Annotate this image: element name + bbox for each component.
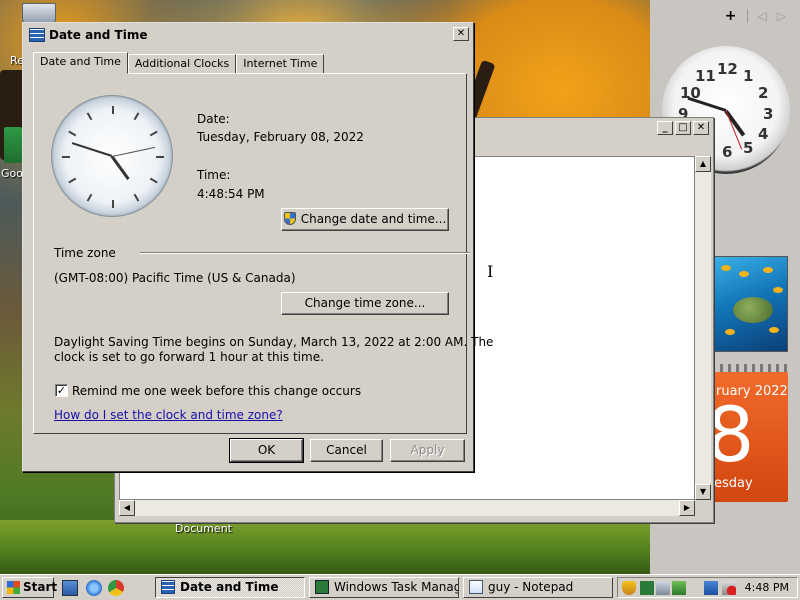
sidebar-controls: + ◁ ▷ bbox=[725, 8, 786, 24]
time-label: Time: bbox=[197, 168, 231, 182]
volume-muted-icon[interactable] bbox=[722, 581, 736, 595]
dialog-close-button[interactable]: ✕ bbox=[453, 27, 469, 41]
task-manager-tray-icon[interactable] bbox=[640, 581, 654, 595]
desktop-shortcut-icon[interactable] bbox=[4, 127, 22, 163]
date-label: Date: bbox=[197, 112, 230, 126]
internet-explorer-icon[interactable] bbox=[86, 580, 102, 596]
clock-gadget-number: 5 bbox=[743, 139, 754, 157]
tab-date-and-time[interactable]: Date and Time bbox=[33, 52, 128, 74]
task-label: Date and Time bbox=[180, 580, 279, 594]
time-value: 4:48:54 PM bbox=[197, 187, 265, 201]
apply-button[interactable]: Apply bbox=[390, 439, 465, 462]
date-value: Tuesday, February 08, 2022 bbox=[197, 130, 364, 144]
clock-gadget-minute-hand bbox=[687, 96, 727, 112]
clock-gadget-number: 2 bbox=[758, 84, 769, 102]
task-date-and-time[interactable]: Date and Time bbox=[155, 577, 305, 598]
dst-info-line-2: clock is set to go forward 1 hour at thi… bbox=[54, 350, 324, 364]
next-gadget-button[interactable]: ▷ bbox=[777, 9, 786, 23]
windows-logo-icon bbox=[7, 581, 20, 594]
prev-gadget-button[interactable]: ◁ bbox=[758, 9, 767, 23]
scroll-up-button[interactable]: ▲ bbox=[695, 156, 711, 172]
tab-internet-time[interactable]: Internet Time bbox=[236, 54, 325, 74]
calendar-gadget[interactable]: ruary 2022 8 esday bbox=[712, 364, 788, 504]
change-date-time-label: Change date and time... bbox=[300, 212, 447, 226]
timezone-value: (GMT-08:00) Pacific Time (US & Canada) bbox=[54, 271, 296, 285]
calendar-clock-icon bbox=[161, 580, 175, 594]
maximize-button[interactable]: □ bbox=[675, 121, 691, 135]
action-center-icon[interactable] bbox=[656, 581, 670, 595]
system-tray: 4:48 PM bbox=[617, 577, 798, 598]
task-notepad[interactable]: guy - Notepad bbox=[463, 577, 613, 598]
calendar-clock-icon bbox=[29, 28, 45, 42]
change-time-zone-button[interactable]: Change time zone... bbox=[281, 292, 449, 315]
change-date-time-button[interactable]: Change date and time... bbox=[281, 208, 449, 231]
add-gadget-button[interactable]: + bbox=[725, 8, 737, 24]
date-and-time-dialog[interactable]: Date and Time ✕ Date and Time Additional… bbox=[22, 22, 493, 472]
dst-info-line-1: Daylight Saving Time begins on Sunday, M… bbox=[54, 335, 494, 349]
slideshow-gadget[interactable] bbox=[712, 256, 788, 352]
security-shield-icon[interactable] bbox=[622, 581, 636, 595]
scroll-down-button[interactable]: ▼ bbox=[695, 484, 711, 500]
timezone-divider bbox=[140, 252, 470, 254]
remind-checkbox-label[interactable]: Remind me one week before this change oc… bbox=[72, 384, 361, 398]
task-manager-icon bbox=[315, 580, 329, 594]
clock-minute-hand bbox=[71, 142, 113, 157]
task-label: Windows Task Manager bbox=[334, 580, 458, 594]
uac-shield-icon bbox=[283, 212, 296, 225]
clock-gadget-number: 12 bbox=[717, 60, 738, 78]
dialog-title: Date and Time bbox=[49, 28, 148, 42]
scroll-right-button[interactable]: ▶ bbox=[679, 500, 695, 516]
desktop-icon-label-document[interactable]: Document bbox=[175, 522, 232, 535]
vertical-scrollbar[interactable]: ▲ ▼ bbox=[695, 156, 711, 500]
calendar-weekday: esday bbox=[714, 476, 753, 491]
clock-gadget-number: 3 bbox=[763, 105, 774, 123]
remind-checkbox[interactable]: ✓ bbox=[55, 384, 68, 397]
display-icon[interactable] bbox=[704, 581, 718, 595]
clock-gadget-number: 4 bbox=[758, 125, 769, 143]
help-link[interactable]: How do I set the clock and time zone? bbox=[54, 408, 283, 422]
cancel-button[interactable]: Cancel bbox=[310, 439, 383, 462]
ok-button[interactable]: OK bbox=[229, 438, 304, 463]
analog-clock bbox=[51, 95, 173, 217]
clock-second-hand bbox=[111, 146, 156, 157]
dialog-tabs: Date and Time Additional Clocks Internet… bbox=[33, 52, 325, 74]
text-cursor-icon: I bbox=[487, 262, 494, 281]
close-button[interactable]: ✕ bbox=[693, 121, 709, 135]
scroll-left-button[interactable]: ◀ bbox=[119, 500, 135, 516]
taskbar: Start Date and Time Windows Task Manager… bbox=[0, 574, 800, 600]
task-windows-task-manager[interactable]: Windows Task Manager bbox=[309, 577, 459, 598]
desktop-icon-label-google[interactable]: Goo bbox=[1, 167, 23, 180]
show-desktop-icon[interactable] bbox=[62, 580, 78, 596]
horizontal-scrollbar[interactable]: ◀ ▶ bbox=[119, 500, 695, 516]
dialog-titlebar[interactable]: Date and Time ✕ bbox=[25, 25, 471, 45]
clock-gadget-number: 6 bbox=[722, 143, 733, 161]
clock-gadget-number: 11 bbox=[695, 67, 716, 85]
timezone-heading: Time zone bbox=[54, 246, 116, 260]
network-icon[interactable] bbox=[672, 581, 686, 595]
notepad-icon bbox=[469, 580, 483, 594]
start-label: Start bbox=[23, 580, 58, 594]
chrome-icon[interactable] bbox=[108, 580, 124, 596]
tab-additional-clocks[interactable]: Additional Clocks bbox=[127, 54, 237, 74]
clock-gadget-number: 1 bbox=[743, 67, 754, 85]
start-button[interactable]: Start bbox=[2, 577, 58, 598]
calendar-day: 8 bbox=[712, 390, 755, 479]
clock-hour-hand bbox=[110, 155, 130, 181]
tray-clock[interactable]: 4:48 PM bbox=[745, 581, 789, 594]
minimize-button[interactable]: _ bbox=[657, 121, 673, 135]
task-label: guy - Notepad bbox=[488, 580, 574, 594]
